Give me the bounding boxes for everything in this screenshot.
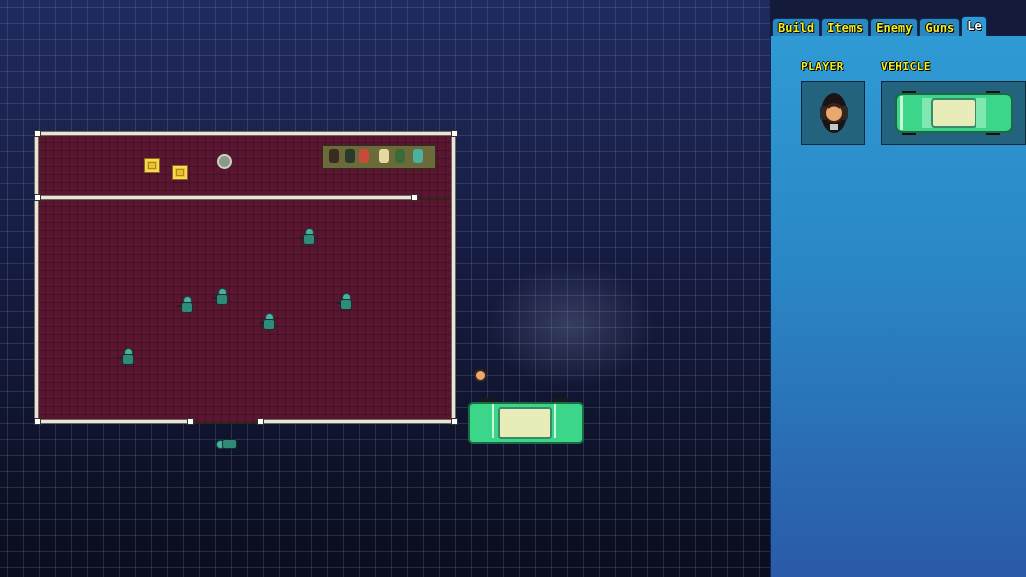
- tab-enemy[interactable]: Enemy: [870, 18, 919, 37]
- wall-right[interactable]: [452, 133, 455, 423]
- sink-prop[interactable]: [217, 154, 232, 169]
- tab-level[interactable]: Le: [961, 16, 988, 37]
- crate[interactable]: [144, 158, 160, 173]
- player-spawn[interactable]: [472, 367, 487, 382]
- enemy-thug[interactable]: [259, 313, 275, 330]
- tab-items[interactable]: Items: [821, 18, 870, 37]
- wall-top[interactable]: [36, 132, 456, 135]
- enemy-thug[interactable]: [216, 437, 237, 449]
- wall-node[interactable]: [451, 418, 458, 425]
- vehicle-select-slot[interactable]: [881, 81, 1026, 145]
- wall-bottom-right[interactable]: [260, 420, 455, 423]
- kitchen-counter[interactable]: [322, 145, 436, 169]
- player-select-slot[interactable]: [801, 81, 865, 145]
- player-label: PLAYER: [801, 60, 844, 73]
- wall-node[interactable]: [187, 418, 194, 425]
- wall-node[interactable]: [411, 194, 418, 201]
- wall-node[interactable]: [34, 418, 41, 425]
- enemy-thug[interactable]: [177, 296, 193, 313]
- tab-build[interactable]: Build: [772, 18, 821, 37]
- room-floor[interactable]: [37, 134, 455, 422]
- doorway-inner[interactable]: [416, 197, 450, 200]
- enemy-thug[interactable]: [118, 348, 134, 365]
- enemy-thug[interactable]: [212, 288, 228, 305]
- editor-tabs: Build Items Enemy Guns Le: [772, 16, 988, 38]
- doorway-bottom[interactable]: [192, 421, 258, 424]
- level-canvas[interactable]: [0, 0, 770, 577]
- player-character-icon: [820, 93, 848, 133]
- enemy-thug[interactable]: [336, 293, 352, 310]
- tab-guns[interactable]: Guns: [919, 18, 961, 37]
- wall-inner[interactable]: [37, 196, 414, 199]
- wall-node[interactable]: [451, 130, 458, 137]
- vehicle-label: VEHICLE: [881, 60, 931, 73]
- green-car-icon: [895, 91, 1013, 135]
- wall-left[interactable]: [35, 133, 38, 423]
- wall-node[interactable]: [34, 130, 41, 137]
- crate[interactable]: [172, 165, 188, 180]
- enemy-thug[interactable]: [299, 228, 315, 245]
- wall-bottom-left[interactable]: [36, 420, 190, 423]
- wall-node[interactable]: [34, 194, 41, 201]
- player-vehicle[interactable]: [468, 398, 584, 444]
- wall-node[interactable]: [257, 418, 264, 425]
